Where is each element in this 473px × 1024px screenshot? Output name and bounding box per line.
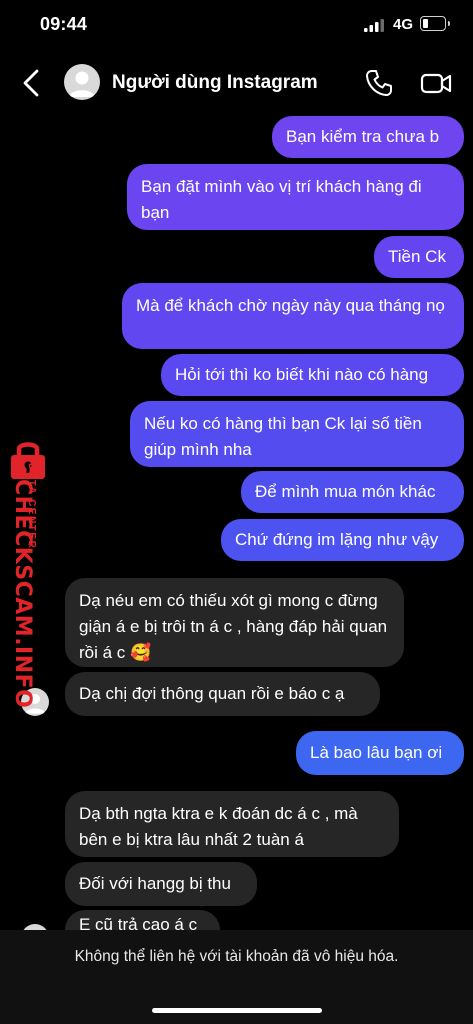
outgoing-message[interactable]: Nếu ko có hàng thì bạn Ck lại số tiền gi… bbox=[130, 401, 464, 467]
network-label: 4G bbox=[393, 16, 414, 33]
chat-header: Người dùng Instagram bbox=[0, 52, 473, 114]
home-indicator[interactable] bbox=[152, 1008, 322, 1013]
signal-icon bbox=[364, 19, 384, 32]
status-bar: 09:44 4G bbox=[0, 0, 473, 52]
outgoing-message[interactable]: Chứ đứng im lặng như vậy bbox=[221, 519, 464, 561]
banner-text: Không thể liên hệ với tài khoản đã vô hi… bbox=[74, 948, 399, 965]
contact-name[interactable]: Người dùng Instagram bbox=[112, 72, 318, 94]
incoming-message[interactable]: Dạ chị đợi thông quan rồi e báo c ạ bbox=[65, 672, 380, 716]
contact-avatar[interactable] bbox=[64, 64, 100, 100]
outgoing-message[interactable]: Là bao lâu bạn ơi bbox=[296, 731, 464, 775]
outgoing-message[interactable]: Tiền Ck bbox=[374, 236, 464, 278]
video-call-icon[interactable] bbox=[420, 68, 452, 98]
incoming-message[interactable]: Đối với hangg bị thu bbox=[65, 862, 257, 906]
incoming-message[interactable]: Dạ néu em có thiếu xót gì mong c đừng gi… bbox=[65, 578, 404, 667]
outgoing-message[interactable]: Bạn kiểm tra chưa b bbox=[272, 116, 464, 158]
watermark-subtext: DATA CENTER bbox=[26, 463, 37, 550]
outgoing-message[interactable]: Để mình mua món khác bbox=[241, 471, 464, 513]
outgoing-message[interactable]: Mà để khách chờ ngày này qua tháng nọ bbox=[122, 283, 464, 349]
outgoing-message[interactable]: Bạn đặt mình vào vị trí khách hàng đi bạ… bbox=[127, 164, 464, 230]
status-time: 09:44 bbox=[40, 14, 88, 34]
outgoing-message[interactable]: Hỏi tới thì ko biết khi nào có hàng bbox=[161, 354, 464, 396]
back-arrow-icon[interactable] bbox=[18, 66, 46, 100]
watermark: CHECKSCAM.INFO DATA CENTER bbox=[2, 438, 54, 708]
battery-icon bbox=[420, 16, 450, 31]
default-avatar-icon bbox=[69, 71, 95, 97]
incoming-message[interactable]: Dạ bth ngta ktra e k đoán dc á c , mà bê… bbox=[65, 791, 399, 857]
phone-call-icon[interactable] bbox=[364, 68, 394, 98]
